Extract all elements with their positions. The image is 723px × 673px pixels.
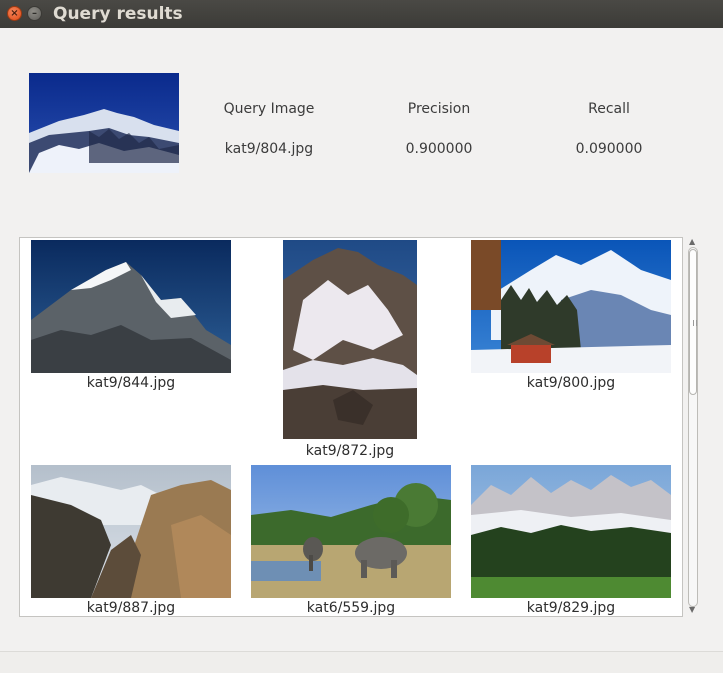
results-panel[interactable]: kat9/844.jpg kat9/872.jpg kat9/800.jpg k… bbox=[19, 237, 683, 617]
title-bar: × – Query results bbox=[0, 0, 723, 28]
grip-icon bbox=[693, 320, 697, 326]
vertical-scrollbar[interactable]: ▲ ▼ bbox=[686, 237, 700, 617]
result-caption: kat9/829.jpg bbox=[526, 600, 616, 616]
status-bar bbox=[0, 651, 723, 673]
result-caption: kat6/559.jpg bbox=[306, 600, 396, 616]
window-title: Query results bbox=[53, 4, 183, 24]
header-recall: Recall bbox=[588, 101, 630, 117]
header-query-image: Query Image bbox=[223, 101, 315, 117]
result-caption: kat9/844.jpg bbox=[86, 375, 176, 391]
query-image-name: kat9/804.jpg bbox=[224, 141, 314, 157]
result-caption: kat9/872.jpg bbox=[305, 443, 395, 459]
result-image[interactable] bbox=[471, 240, 671, 373]
result-image[interactable] bbox=[471, 465, 671, 598]
scroll-thumb[interactable] bbox=[689, 249, 697, 395]
precision-value: 0.900000 bbox=[405, 141, 473, 157]
result-image[interactable] bbox=[251, 465, 451, 598]
result-caption: kat9/887.jpg bbox=[86, 600, 176, 616]
minimize-button[interactable]: – bbox=[27, 6, 42, 21]
close-button[interactable]: × bbox=[7, 6, 22, 21]
result-caption: kat9/800.jpg bbox=[526, 375, 616, 391]
scroll-down-icon[interactable]: ▼ bbox=[689, 605, 695, 614]
minimize-icon: – bbox=[32, 7, 37, 19]
recall-value: 0.090000 bbox=[575, 141, 643, 157]
result-image[interactable] bbox=[31, 465, 231, 598]
query-image bbox=[29, 73, 179, 173]
result-image[interactable] bbox=[283, 240, 417, 439]
header-precision: Precision bbox=[407, 101, 471, 117]
close-icon: × bbox=[10, 7, 19, 19]
result-image[interactable] bbox=[31, 240, 231, 373]
scroll-up-icon[interactable]: ▲ bbox=[689, 237, 695, 246]
